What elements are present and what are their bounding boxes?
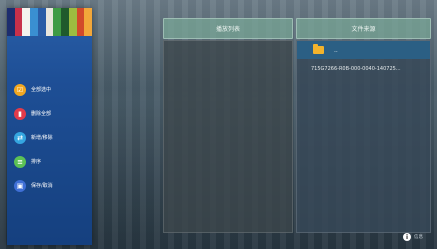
folder-icon: [313, 44, 324, 54]
menu-item-label: 保存/取消: [31, 183, 53, 189]
menu-item-label: 全部选中: [31, 87, 52, 93]
select-all-icon: ☑: [14, 83, 26, 96]
tab-file-source[interactable]: 文件来源: [296, 18, 431, 39]
menu-item-select-all[interactable]: ☑ 全部选中: [7, 78, 92, 101]
parent-folder-label: ..: [334, 46, 338, 54]
info-label: 信息: [414, 235, 423, 240]
menu-item-label: 删除全部: [31, 111, 52, 117]
file-entry[interactable]: 715G7266-R0B-000-0040-140725...: [311, 66, 401, 72]
banner-stripe: [76, 8, 85, 36]
info-icon: i: [403, 233, 411, 241]
banner-stripe: [30, 8, 38, 36]
banner-stripe: [84, 8, 92, 36]
parent-folder-row[interactable]: ..: [297, 41, 430, 59]
playlist-pane[interactable]: [163, 40, 293, 233]
swap-icon: ⇄: [14, 131, 26, 144]
sidebar: ☑ 全部选中 ▮ 删除全部 ⇄ 新增/移除 ≡ 排序 ▣ 保存/取消: [7, 8, 92, 245]
save-icon: ▣: [14, 179, 26, 192]
file-source-pane[interactable]: .. 715G7266-R0B-000-0040-140725...: [296, 40, 431, 233]
action-menu: ☑ 全部选中 ▮ 删除全部 ⇄ 新增/移除 ≡ 排序 ▣ 保存/取消: [7, 78, 92, 198]
banner-image: [7, 8, 92, 36]
menu-item-save-cancel[interactable]: ▣ 保存/取消: [7, 174, 92, 197]
menu-item-label: 新增/移除: [31, 135, 53, 141]
info-hint: i 信息: [403, 233, 423, 241]
banner-stripe: [14, 8, 23, 36]
menu-item-label: 排序: [31, 159, 42, 165]
trash-icon: ▮: [14, 107, 26, 120]
menu-item-add-remove[interactable]: ⇄ 新增/移除: [7, 126, 92, 149]
banner-stripe: [37, 8, 46, 36]
menu-item-delete-all[interactable]: ▮ 删除全部: [7, 102, 92, 125]
banner-stripe: [7, 8, 15, 36]
banner-stripe: [68, 8, 77, 36]
banner-stripe: [45, 8, 54, 36]
sort-icon: ≡: [14, 155, 26, 168]
banner-stripe: [61, 8, 69, 36]
banner-stripe: [53, 8, 62, 36]
tab-playlist[interactable]: 播放列表: [163, 18, 293, 39]
banner-stripe: [22, 8, 31, 36]
menu-item-sort[interactable]: ≡ 排序: [7, 150, 92, 173]
